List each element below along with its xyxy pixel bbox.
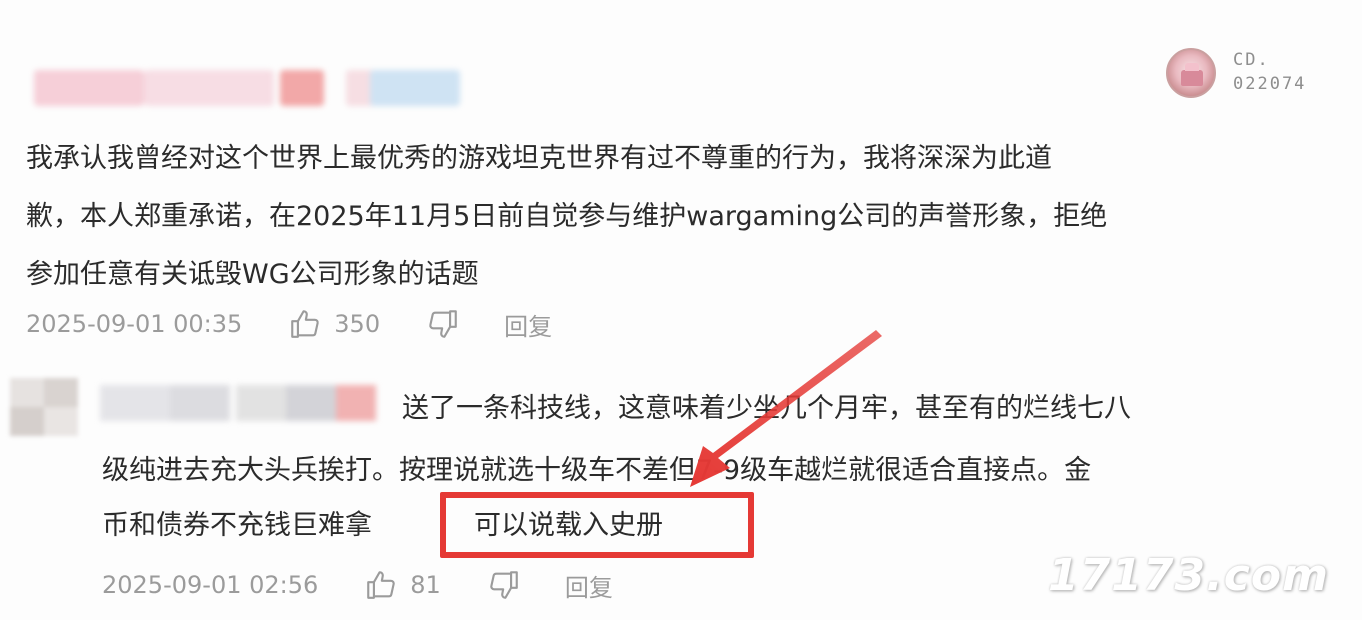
annotation-arrow bbox=[690, 330, 882, 487]
dislike-button[interactable] bbox=[487, 568, 521, 602]
like-count: 81 bbox=[410, 571, 441, 599]
site-watermark: 17173.com bbox=[1048, 550, 1329, 601]
red-arrow bbox=[690, 330, 882, 487]
thumbs-down-icon bbox=[487, 568, 521, 602]
like-button[interactable]: 81 bbox=[364, 568, 441, 602]
comment-timestamp: 2025-09-01 02:56 bbox=[102, 571, 319, 599]
reply-button[interactable]: 回复 bbox=[565, 568, 613, 603]
thumbs-up-icon bbox=[364, 568, 398, 602]
comment-2-meta: 2025-09-01 02:56 81 回复 bbox=[102, 567, 613, 603]
